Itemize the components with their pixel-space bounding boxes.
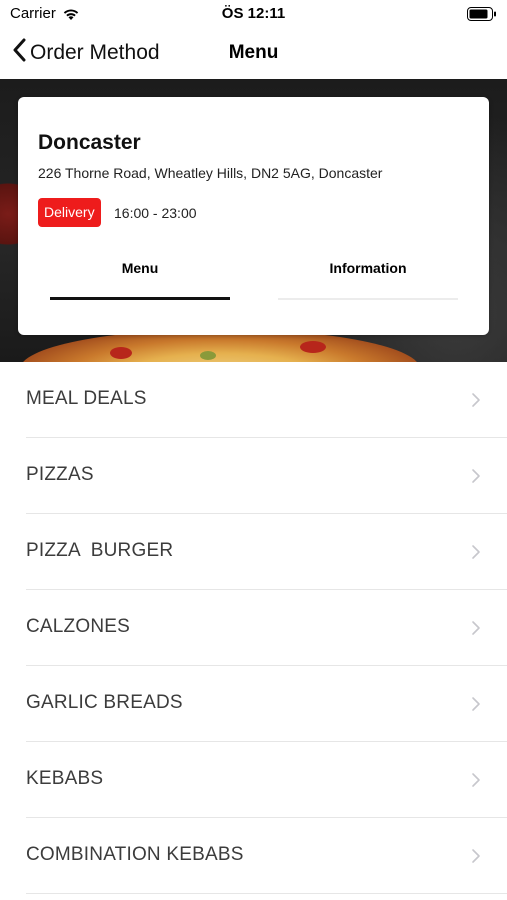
status-time: ÖS 12:11	[221, 5, 286, 22]
category-label: PIZZA BURGER	[26, 540, 174, 561]
chevron-right-icon	[472, 545, 480, 559]
category-item-calzones[interactable]: CALZONES	[26, 590, 507, 666]
category-item-pizzas[interactable]: PIZZAS	[26, 438, 507, 514]
tab-information-indicator	[278, 298, 458, 300]
opening-hours: 16:00 - 23:00	[114, 205, 197, 221]
category-item-meal-deals[interactable]: MEAL DEALS	[26, 362, 507, 438]
category-label: COMBINATION KEBABS	[26, 844, 244, 865]
category-item-kebabs[interactable]: KEBABS	[26, 742, 507, 818]
tab-information[interactable]: Information	[278, 260, 458, 300]
delivery-badge: Delivery	[38, 198, 101, 227]
store-name: Doncaster	[38, 131, 141, 154]
battery-icon	[467, 7, 497, 21]
tab-information-label: Information	[329, 260, 407, 276]
store-card: Doncaster 226 Thorne Road, Wheatley Hill…	[18, 97, 489, 335]
category-item-combination-kebabs[interactable]: COMBINATION KEBABS	[26, 818, 507, 894]
store-address: 226 Thorne Road, Wheatley Hills, DN2 5AG…	[38, 165, 383, 181]
chevron-right-icon	[472, 849, 480, 863]
category-label: GARLIC BREADS	[26, 692, 183, 713]
chevron-right-icon	[472, 393, 480, 407]
category-label: KEBABS	[26, 768, 104, 789]
chevron-right-icon	[472, 469, 480, 483]
tab-menu-label: Menu	[121, 260, 159, 276]
page-title: Menu	[228, 42, 279, 63]
tab-menu[interactable]: Menu	[50, 260, 230, 300]
category-label: PIZZAS	[26, 464, 94, 485]
category-label: CALZONES	[26, 616, 131, 637]
tab-menu-indicator	[50, 297, 230, 300]
category-item-garlic-breads[interactable]: GARLIC BREADS	[26, 666, 507, 742]
chevron-right-icon	[472, 621, 480, 635]
chevron-right-icon	[472, 697, 480, 711]
category-label: MEAL DEALS	[26, 388, 147, 409]
status-bar: Carrier ÖS 12:11	[0, 0, 507, 28]
chevron-right-icon	[472, 773, 480, 787]
category-item-pizza-burger[interactable]: PIZZA BURGER	[26, 514, 507, 590]
navigation-bar: Order Method Menu	[0, 28, 507, 78]
category-list: MEAL DEALS PIZZAS PIZZA BURGER CALZONES …	[0, 362, 507, 894]
